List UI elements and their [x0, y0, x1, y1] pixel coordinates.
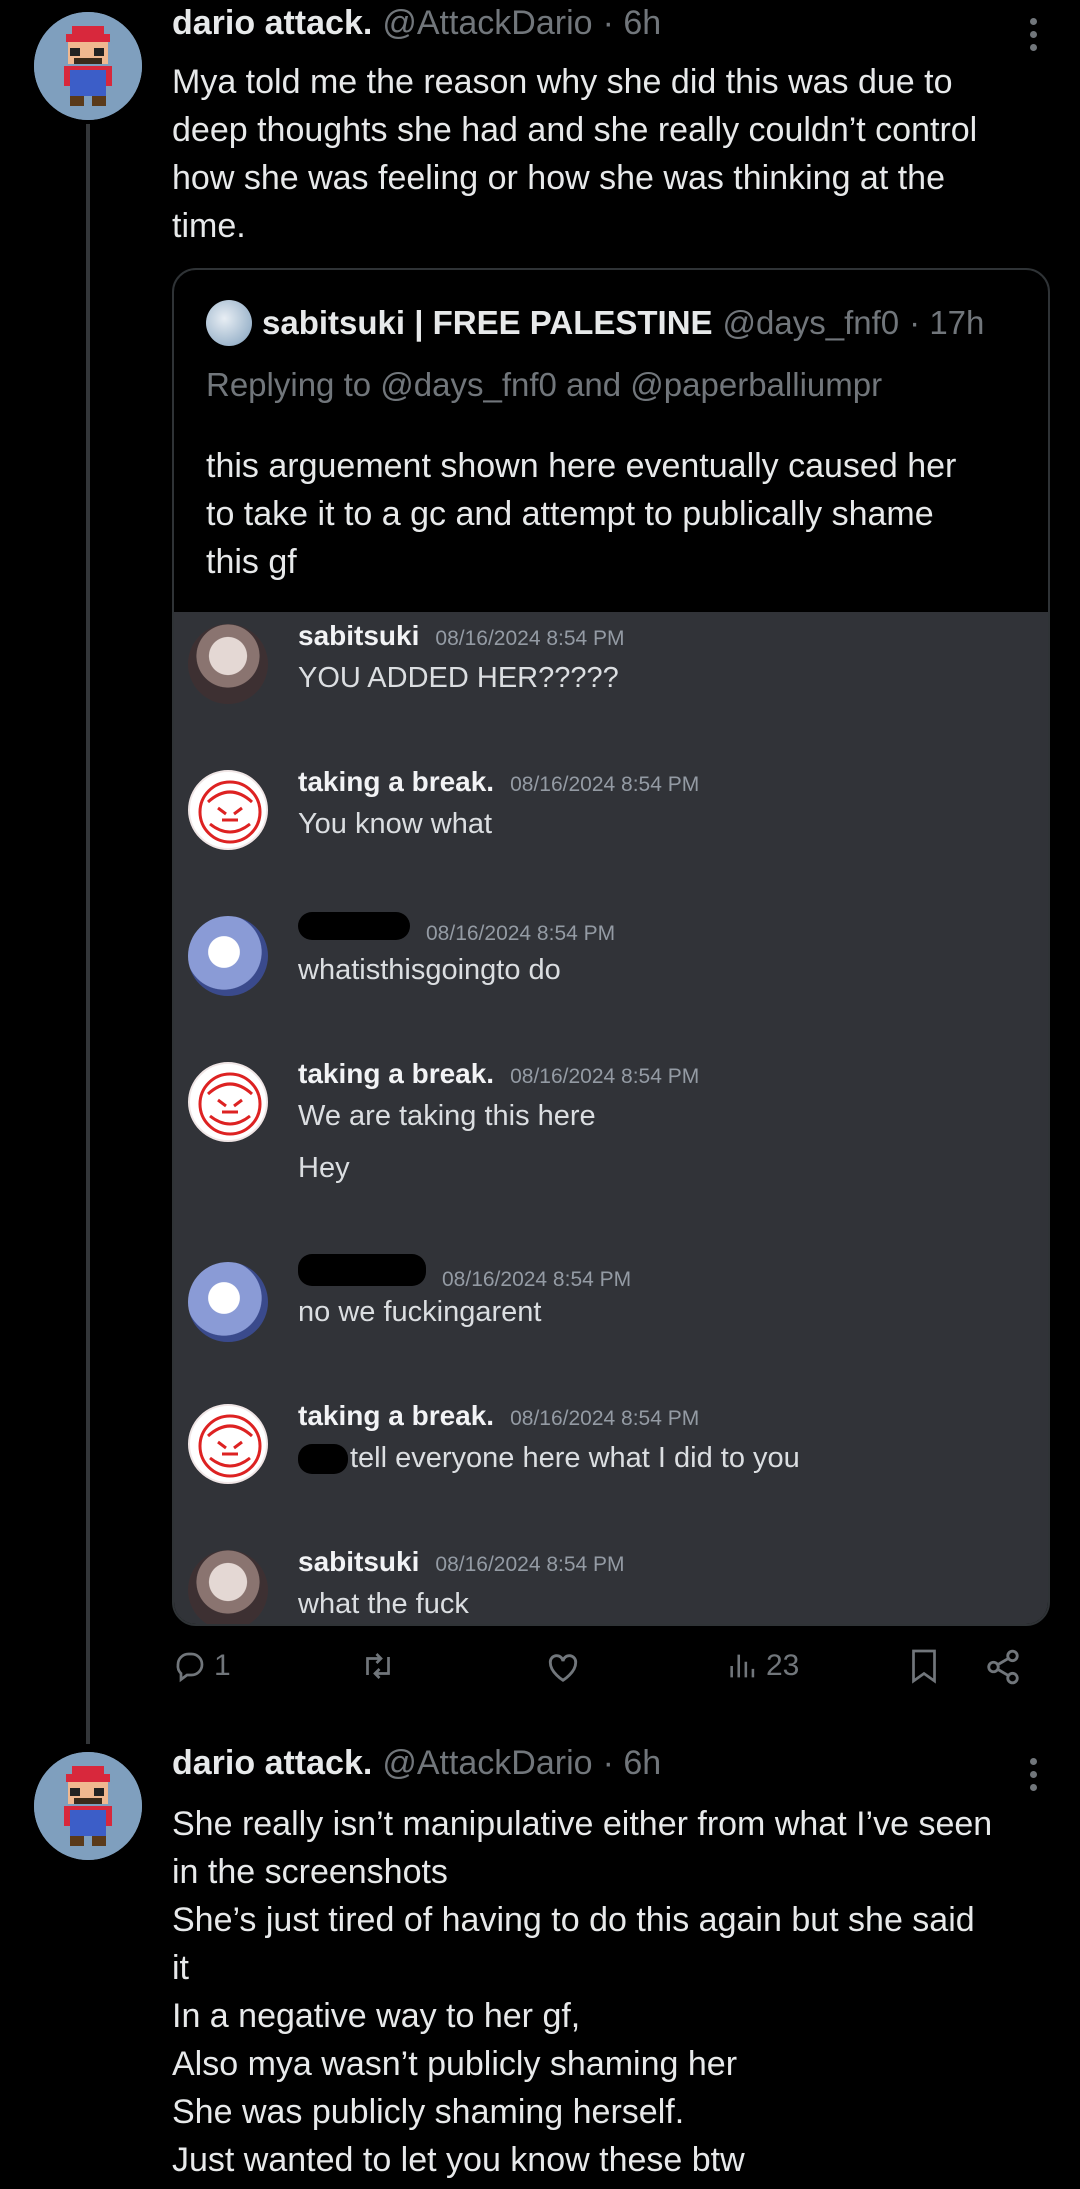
- quoted-timestamp[interactable]: · 17h: [909, 304, 984, 342]
- more-icon[interactable]: [1030, 18, 1040, 51]
- discord-timestamp: 08/16/2024 8:54 PM: [435, 1553, 625, 1576]
- discord-timestamp: 08/16/2024 8:54 PM: [426, 922, 616, 945]
- mario-avatar-image: [34, 12, 142, 120]
- quoted-tweet-card[interactable]: sabitsuki | FREE PALESTINE @days_fnf0 · …: [172, 268, 1050, 1626]
- more-icon[interactable]: [1030, 1758, 1040, 1791]
- reply-mention-link[interactable]: @paperballiumpr: [630, 366, 882, 403]
- retweet-button[interactable]: [358, 1648, 398, 1684]
- replying-label: Replying to: [206, 366, 372, 403]
- replying-and: and: [566, 366, 622, 403]
- reply-count: 1: [214, 1649, 231, 1682]
- redacted-username: [298, 1254, 426, 1286]
- tweet-header: dario attack. @AttackDario · 6h: [172, 4, 661, 52]
- avatar[interactable]: [34, 1752, 142, 1860]
- user-handle[interactable]: @AttackDario: [382, 4, 592, 43]
- discord-timestamp: 08/16/2024 8:54 PM: [510, 773, 700, 796]
- quoted-avatar[interactable]: [206, 300, 252, 346]
- share-icon: [987, 1649, 1019, 1685]
- user-handle[interactable]: @AttackDario: [382, 1744, 592, 1783]
- views-icon: [730, 1654, 755, 1678]
- discord-message-text: no we fuckingarent: [298, 1296, 542, 1328]
- timestamp[interactable]: · 6h: [603, 4, 662, 43]
- share-button[interactable]: [984, 1648, 1022, 1686]
- tweet-line: She was publicly shaming herself.: [172, 2093, 685, 2131]
- tweet-text: Mya told me the reason why she did this …: [172, 58, 1052, 250]
- tweet-line: how she was feeling or how she was think…: [172, 159, 946, 197]
- tweet-line: in the screenshots: [172, 1853, 448, 1891]
- tweet-line: Also mya wasn’t publicly shaming her: [172, 2045, 738, 2083]
- discord-message-text: what the fuck: [298, 1588, 469, 1620]
- heart-icon: [548, 1654, 578, 1682]
- discord-avatar: [188, 916, 268, 996]
- discord-timestamp: 08/16/2024 8:54 PM: [442, 1268, 632, 1291]
- tweet-line: She’s just tired of having to do this ag…: [172, 1901, 975, 1939]
- mario-avatar-image: [34, 1752, 142, 1860]
- discord-message-text: We are taking this here: [298, 1100, 596, 1132]
- discord-avatar: [188, 1550, 268, 1624]
- thread-connector-line: [86, 124, 90, 1744]
- bookmark-icon: [912, 1649, 936, 1684]
- discord-message-text: You know what: [298, 808, 493, 840]
- redacted-username: [298, 912, 410, 940]
- discord-username: sabitsuki: [298, 620, 420, 651]
- display-name[interactable]: dario attack.: [172, 4, 372, 43]
- tweet-line: time.: [172, 207, 246, 245]
- discord-avatar: [188, 770, 268, 850]
- discord-message-text: tell everyone here what I did to you: [298, 1442, 800, 1475]
- view-count: 23: [766, 1649, 800, 1682]
- tweet-line: Just wanted to let you know these btw: [172, 2141, 745, 2179]
- discord-username: taking a break.: [298, 766, 495, 797]
- discord-username: taking a break.: [298, 1058, 495, 1089]
- quoted-tweet-text: this arguement shown here eventually cau…: [206, 442, 1026, 586]
- discord-timestamp: 08/16/2024 8:54 PM: [510, 1407, 700, 1430]
- reply-mention-link[interactable]: @days_fnf0: [380, 366, 557, 403]
- quoted-handle[interactable]: @days_fnf0: [723, 304, 900, 342]
- redacted-mention: [298, 1444, 348, 1475]
- avatar[interactable]: [34, 12, 142, 120]
- discord-message-text: whatisthisgoingto do: [298, 954, 561, 986]
- tweet-line: In a negative way to her gf,: [172, 1997, 581, 2035]
- quoted-line: to take it to a gc and attempt to public…: [206, 495, 934, 533]
- quoted-line: this gf: [206, 543, 297, 581]
- display-name[interactable]: dario attack.: [172, 1744, 372, 1783]
- quoted-display-name[interactable]: sabitsuki | FREE PALESTINE: [262, 304, 713, 342]
- replying-to: Replying to @days_fnf0 and @paperballium…: [206, 366, 882, 404]
- like-button[interactable]: [544, 1648, 582, 1684]
- discord-avatar: [188, 1404, 268, 1484]
- timestamp[interactable]: · 6h: [603, 1744, 662, 1783]
- reply-icon: [176, 1652, 204, 1683]
- discord-avatar: [188, 1062, 268, 1142]
- tweet-line: Mya told me the reason why she did this …: [172, 63, 953, 101]
- tweet-text: She really isn’t manipulative either fro…: [172, 1800, 1052, 2184]
- discord-avatar: [188, 624, 268, 704]
- retweet-icon: [366, 1653, 390, 1679]
- quoted-tweet-header: sabitsuki | FREE PALESTINE @days_fnf0 · …: [206, 300, 984, 346]
- tweet-line: it: [172, 1949, 189, 1987]
- discord-timestamp: 08/16/2024 8:54 PM: [435, 627, 625, 650]
- discord-message-text: YOU ADDED HER?????: [298, 662, 619, 694]
- tweet-header: dario attack. @AttackDario · 6h: [172, 1744, 661, 1792]
- discord-message-body: tell everyone here what I did to you: [350, 1442, 800, 1474]
- bookmark-button[interactable]: [908, 1648, 940, 1684]
- discord-username: sabitsuki: [298, 1546, 420, 1577]
- discord-timestamp: 08/16/2024 8:54 PM: [510, 1065, 700, 1088]
- discord-avatar: [188, 1262, 268, 1342]
- tweet-action-bar: 1 23: [172, 1648, 1052, 1704]
- views-button[interactable]: 23: [726, 1648, 799, 1684]
- discord-message-text: Hey: [298, 1152, 350, 1184]
- reply-button[interactable]: 1: [172, 1648, 231, 1684]
- tweet-line: deep thoughts she had and she really cou…: [172, 111, 978, 149]
- discord-username: taking a break.: [298, 1400, 495, 1431]
- tweet-line: She really isn’t manipulative either fro…: [172, 1805, 993, 1843]
- discord-screenshot-image[interactable]: sabitsuki 08/16/2024 8:54 PM YOU ADDED HE…: [174, 612, 1048, 1624]
- quoted-line: this arguement shown here eventually cau…: [206, 447, 957, 485]
